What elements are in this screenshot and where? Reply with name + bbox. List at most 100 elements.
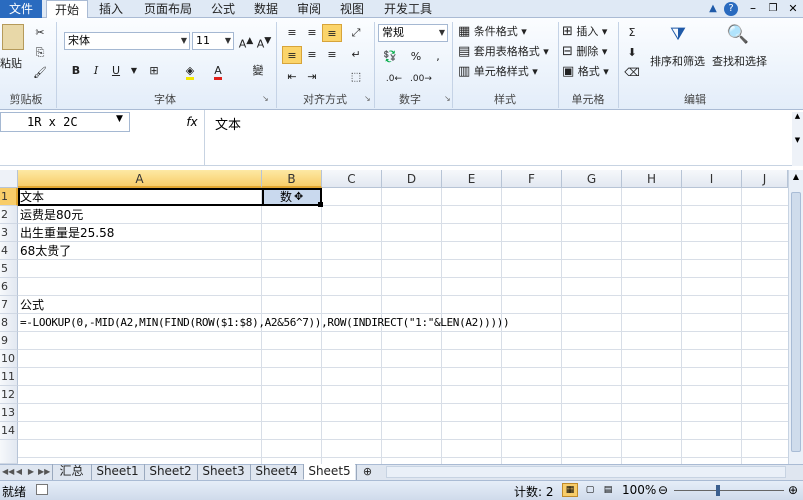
chevron-down-icon[interactable]: ▼ <box>124 62 144 80</box>
vertical-scrollbar[interactable]: ▲ <box>788 170 803 464</box>
row-header[interactable]: 11 <box>0 368 18 386</box>
clear-icon[interactable]: ⌫ <box>622 64 642 82</box>
horizontal-scrollbar[interactable] <box>386 466 786 478</box>
macro-record-icon[interactable] <box>36 484 48 495</box>
delete-cells-button[interactable]: ⊟ 删除 ▾ <box>562 44 607 60</box>
currency-icon[interactable]: 💱 <box>380 48 400 66</box>
column-header-a[interactable]: A <box>18 170 262 188</box>
next-sheet-icon[interactable]: ▶ <box>26 466 36 478</box>
window-close-icon[interactable]: ✕ <box>786 2 800 16</box>
increase-indent-icon[interactable]: ⇥ <box>302 68 322 86</box>
tab-data[interactable]: 数据 <box>246 0 286 18</box>
fill-handle[interactable] <box>318 202 323 207</box>
autosum-button[interactable]: Σ <box>622 24 642 42</box>
paste-icon[interactable] <box>2 24 24 50</box>
font-color-icon[interactable]: A <box>208 62 228 80</box>
align-middle-icon[interactable]: ≡ <box>302 24 322 42</box>
tab-file[interactable]: 文件 <box>0 0 42 18</box>
column-header-b[interactable]: B <box>262 170 322 188</box>
insert-cells-button[interactable]: ⊞ 插入 ▾ <box>562 24 607 40</box>
zoom-slider-thumb[interactable] <box>716 485 720 496</box>
column-header-e[interactable]: E <box>442 170 502 188</box>
tab-page-layout[interactable]: 页面布局 <box>136 0 200 18</box>
row-header[interactable]: 10 <box>0 350 18 368</box>
column-header-i[interactable]: I <box>682 170 742 188</box>
cell-a3[interactable]: 出生重量是25.58 <box>18 224 114 242</box>
row-header[interactable]: 5 <box>0 260 18 278</box>
paste-button[interactable]: 粘贴 <box>0 56 22 72</box>
fill-color-icon[interactable]: ◈ <box>180 62 200 80</box>
cell-a1[interactable]: 文本 <box>18 188 44 206</box>
sort-filter-button[interactable]: 排序和筛选 <box>650 54 705 70</box>
format-painter-icon[interactable]: 🖌 <box>30 64 50 82</box>
decrease-decimal-icon[interactable]: .00→ <box>410 70 432 88</box>
fill-icon[interactable]: ⬇ <box>622 44 642 62</box>
row-header[interactable]: 1 <box>0 188 18 206</box>
chevron-down-icon[interactable]: ▼ <box>116 114 123 124</box>
dialog-launcher-icon[interactable]: ↘ <box>364 94 371 103</box>
minimize-ribbon-icon[interactable]: ▲ <box>706 2 720 16</box>
cell-styles-button[interactable]: ▥ 单元格样式 ▾ <box>458 64 538 80</box>
page-break-view-icon[interactable]: ▤ <box>600 483 616 497</box>
bold-button[interactable]: B <box>66 62 86 80</box>
shrink-font-icon[interactable]: A▼ <box>254 32 274 51</box>
prev-sheet-icon[interactable]: ◀ <box>14 466 24 478</box>
sheet-tab[interactable]: Sheet1 <box>91 464 143 480</box>
normal-view-icon[interactable]: ▦ <box>562 483 578 497</box>
row-header[interactable]: 14 <box>0 422 18 440</box>
tab-home[interactable]: 开始 <box>46 0 88 19</box>
underline-button[interactable]: U <box>106 62 126 80</box>
row-header[interactable]: 4 <box>0 242 18 260</box>
align-top-icon[interactable]: ≡ <box>282 24 302 42</box>
cell-b1[interactable]: 数 ✥ <box>262 188 322 206</box>
align-right-icon[interactable]: ≡ <box>322 46 342 64</box>
tab-view[interactable]: 视图 <box>332 0 372 18</box>
zoom-slider-track[interactable] <box>674 490 784 491</box>
align-left-icon[interactable]: ≡ <box>282 46 302 64</box>
scroll-thumb[interactable] <box>791 192 801 452</box>
row-header[interactable]: 6 <box>0 278 18 296</box>
row-header[interactable]: 2 <box>0 206 18 224</box>
row-header[interactable] <box>0 440 18 464</box>
scroll-up-icon[interactable]: ▲ <box>791 172 801 184</box>
formula-input[interactable]: 文本 <box>204 110 792 166</box>
row-header[interactable]: 3 <box>0 224 18 242</box>
conditional-format-button[interactable]: ▦ 条件格式 ▾ <box>458 24 527 40</box>
insert-sheet-icon[interactable]: ⊕ <box>356 464 378 480</box>
italic-button[interactable]: I <box>86 62 106 80</box>
zoom-out-icon[interactable]: ⊖ <box>658 483 668 497</box>
copy-icon[interactable]: ⎘ <box>30 44 50 62</box>
align-center-icon[interactable]: ≡ <box>302 46 322 64</box>
orientation-icon[interactable]: ⤢ <box>346 24 366 42</box>
format-cells-button[interactable]: ▣ 格式 ▾ <box>562 64 609 80</box>
formula-bar-expand-icon[interactable]: ▲ ▼ <box>792 112 803 166</box>
column-header-h[interactable]: H <box>622 170 682 188</box>
phonetic-button[interactable]: 變 <box>248 62 268 80</box>
column-header-j[interactable]: J <box>742 170 788 188</box>
last-sheet-icon[interactable]: ▶▶ <box>38 466 50 478</box>
wrap-text-icon[interactable]: ↵ <box>346 46 366 64</box>
merge-center-icon[interactable]: ⬚ <box>346 68 366 86</box>
column-header-f[interactable]: F <box>502 170 562 188</box>
sheet-tab-active[interactable]: Sheet5 <box>303 464 355 480</box>
row-header[interactable]: 13 <box>0 404 18 422</box>
cell-a7[interactable]: 公式 <box>18 296 44 314</box>
row-header[interactable]: 8 <box>0 314 18 332</box>
page-layout-view-icon[interactable]: ▢ <box>582 483 598 497</box>
font-size-combo[interactable]: 11 ▼ <box>192 32 234 50</box>
insert-function-button[interactable]: fx <box>180 112 204 132</box>
row-header[interactable]: 9 <box>0 332 18 350</box>
column-header-g[interactable]: G <box>562 170 622 188</box>
border-icon[interactable]: ⊞ <box>144 62 164 80</box>
font-name-combo[interactable]: 宋体 ▼ <box>64 32 190 50</box>
column-header-c[interactable]: C <box>322 170 382 188</box>
cell-a8[interactable]: =-LOOKUP(0,-MID(A2,MIN(FIND(ROW($1:$8),A… <box>18 314 510 332</box>
sheet-tab[interactable]: Sheet2 <box>144 464 196 480</box>
grow-font-icon[interactable]: A▲ <box>236 32 256 51</box>
align-bottom-icon[interactable]: ≡ <box>322 24 342 42</box>
name-box[interactable]: 1R x 2C <box>0 112 130 132</box>
first-sheet-icon[interactable]: ◀◀ <box>2 466 14 478</box>
increase-decimal-icon[interactable]: .0← <box>384 70 404 88</box>
window-restore-icon[interactable]: ❐ <box>766 2 780 16</box>
sheet-tab[interactable]: Sheet4 <box>250 464 302 480</box>
